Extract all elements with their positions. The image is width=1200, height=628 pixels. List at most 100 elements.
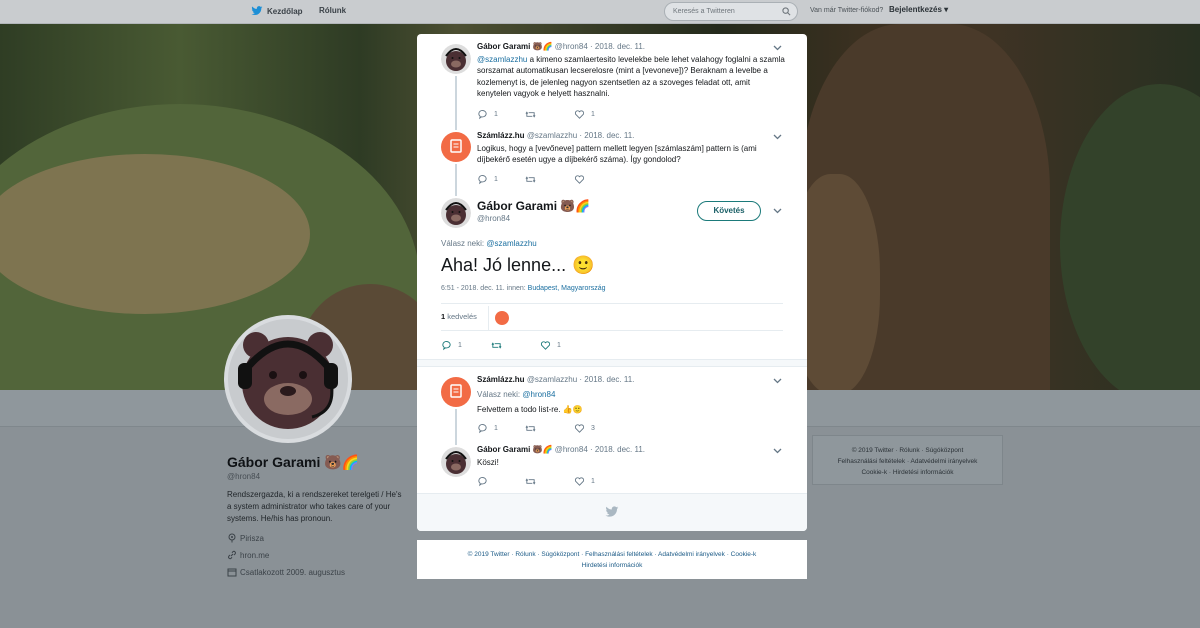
mention-link[interactable]: @hron84 bbox=[522, 390, 555, 399]
profile-avatar[interactable] bbox=[224, 315, 352, 443]
tweet-modal: Gábor Garami 🐻🌈 @hron84 · 2018. dec. 11.… bbox=[417, 34, 807, 531]
tweet-time[interactable]: 6:51 - 2018. dec. 11. innen: bbox=[441, 285, 526, 292]
tweet-actions: 1 bbox=[477, 174, 697, 186]
tweet-text: Felvettem a todo list-re. 👍🙂 bbox=[477, 405, 583, 414]
profile-handle[interactable]: @hron84 bbox=[227, 472, 260, 481]
tweet-date[interactable]: · 2018. dec. 11. bbox=[590, 42, 645, 51]
nav-about[interactable]: Rólunk bbox=[319, 6, 346, 15]
profile-name[interactable]: Gábor Garami 🐻🌈 bbox=[227, 454, 359, 471]
likes-label: kedvelés bbox=[447, 312, 477, 321]
heart-icon bbox=[574, 477, 585, 486]
twitter-bird-icon bbox=[605, 506, 619, 517]
like-button[interactable]: 1 bbox=[574, 109, 595, 120]
side-footer-line3[interactable]: Cookie-k · Hirdetési információk bbox=[813, 467, 1002, 478]
avatar[interactable] bbox=[441, 44, 471, 74]
mention-link[interactable]: @szamlazzhu bbox=[477, 55, 527, 64]
tweet-actions: 1 1 bbox=[477, 109, 697, 121]
tweet-author-name[interactable]: Gábor Garami 🐻🌈 bbox=[477, 445, 553, 454]
profile-joined-text: Csatlakozott 2009. augusztus bbox=[240, 567, 345, 577]
like-button[interactable]: 1 bbox=[574, 476, 595, 487]
tweet-text: @szamlazzhu a kimeno szamlaertesito leve… bbox=[477, 54, 785, 99]
replying-label: Válasz neki: bbox=[477, 390, 521, 399]
search-icon[interactable] bbox=[782, 7, 791, 16]
chevron-down-icon[interactable] bbox=[773, 45, 782, 51]
avatar[interactable] bbox=[441, 447, 471, 477]
retweet-button[interactable] bbox=[525, 174, 542, 185]
profile-location-text: Pirisza bbox=[240, 533, 265, 543]
retweet-button[interactable] bbox=[525, 109, 542, 120]
reply-button[interactable]: 1 bbox=[441, 340, 462, 351]
reply-icon bbox=[478, 110, 487, 120]
likes-count: 1 bbox=[441, 312, 446, 321]
reply-count: 1 bbox=[458, 342, 462, 349]
replying-to: Válasz neki: @hron84 bbox=[477, 389, 785, 400]
likes-stat[interactable]: 1 kedvelés bbox=[441, 312, 477, 321]
footer-links-line2[interactable]: Hirdetési információk bbox=[417, 560, 807, 571]
follow-button[interactable]: Követés bbox=[697, 201, 761, 221]
main-tweet-author-name[interactable]: Gábor Garami 🐻🌈 bbox=[477, 199, 590, 213]
tweet-author-name[interactable]: Számlázz.hu bbox=[477, 375, 525, 384]
liker-avatar[interactable] bbox=[495, 311, 509, 325]
szamlazz-logo-icon bbox=[450, 139, 462, 153]
tweet-header: Gábor Garami 🐻🌈 @hron84 · 2018. dec. 11. bbox=[477, 42, 645, 51]
side-footer-line2[interactable]: Felhasználási feltételek · Adatvédelmi i… bbox=[813, 456, 1002, 467]
like-button[interactable] bbox=[574, 174, 591, 185]
reply-button[interactable]: 1 bbox=[477, 423, 498, 434]
search-placeholder: Keresés a Twitteren bbox=[673, 8, 735, 15]
main-tweet-author-handle[interactable]: @hron84 bbox=[477, 214, 510, 223]
profile-website[interactable]: hron.me bbox=[227, 550, 269, 560]
modal-bottom-footer: © 2019 Twitter · Rólunk · Súgóközpont · … bbox=[417, 540, 807, 579]
footer-links-line1[interactable]: © 2019 Twitter · Rólunk · Súgóközpont · … bbox=[417, 549, 807, 560]
retweet-icon bbox=[525, 111, 536, 118]
tweet-place[interactable]: Budapest, Magyarország bbox=[528, 285, 606, 292]
side-footer-line1[interactable]: © 2019 Twitter · Rólunk · Súgóközpont bbox=[813, 445, 1002, 456]
chevron-down-icon[interactable] bbox=[773, 134, 782, 140]
tweet-header: Gábor Garami 🐻🌈 @hron84 · 2018. dec. 11. bbox=[477, 445, 645, 454]
tweet-author-name[interactable]: Gábor Garami 🐻🌈 bbox=[477, 42, 553, 51]
side-footer: © 2019 Twitter · Rólunk · Súgóközpont Fe… bbox=[812, 435, 1003, 485]
chevron-down-icon[interactable] bbox=[773, 448, 782, 454]
profile-location: Pirisza bbox=[227, 533, 264, 543]
like-button[interactable]: 3 bbox=[574, 423, 595, 434]
retweet-icon bbox=[491, 342, 502, 349]
link-icon bbox=[228, 550, 236, 560]
login-button[interactable]: Bejelentkezés ▾ bbox=[889, 5, 948, 14]
nav-home[interactable]: Kezdőlap bbox=[251, 6, 303, 16]
chevron-down-icon[interactable] bbox=[773, 378, 782, 384]
tweet-date[interactable]: · 2018. dec. 11. bbox=[579, 375, 634, 384]
bear-avatar-icon bbox=[238, 332, 338, 429]
tweet-date[interactable]: · 2018. dec. 11. bbox=[590, 445, 645, 454]
like-count: 3 bbox=[591, 425, 595, 432]
replying-label: Válasz neki: bbox=[441, 239, 485, 248]
profile-website-text[interactable]: hron.me bbox=[240, 551, 269, 560]
tweet-date[interactable]: · 2018. dec. 11. bbox=[579, 131, 634, 140]
main-tweet-text: Aha! Jó lenne... 🙂 bbox=[441, 255, 595, 276]
reply-button[interactable]: 1 bbox=[477, 174, 498, 185]
avatar[interactable] bbox=[441, 377, 471, 407]
reply-icon bbox=[442, 341, 451, 351]
mention-link[interactable]: @szamlazzhu bbox=[486, 239, 536, 248]
retweet-button[interactable] bbox=[525, 476, 542, 487]
tweet-author-handle[interactable]: @hron84 bbox=[555, 42, 588, 51]
replying-to: Válasz neki: @szamlazzhu bbox=[441, 239, 537, 248]
retweet-button[interactable] bbox=[491, 340, 508, 351]
thread-line bbox=[455, 409, 457, 445]
retweet-button[interactable] bbox=[525, 423, 542, 434]
avatar[interactable] bbox=[441, 132, 471, 162]
tweet-author-handle[interactable]: @szamlazzhu bbox=[527, 131, 577, 140]
search-input[interactable]: Keresés a Twitteren bbox=[664, 2, 798, 21]
bear-avatar-icon bbox=[441, 44, 471, 74]
reply-button[interactable]: 1 bbox=[477, 109, 498, 120]
like-count: 1 bbox=[591, 111, 595, 118]
chevron-down-icon[interactable] bbox=[773, 208, 782, 214]
tweet-author-handle[interactable]: @szamlazzhu bbox=[527, 375, 577, 384]
retweet-icon bbox=[525, 176, 536, 183]
tweet-stats: 1 kedvelés bbox=[441, 303, 783, 331]
nav-home-label: Kezdőlap bbox=[267, 6, 303, 16]
avatar[interactable] bbox=[441, 198, 471, 228]
retweet-icon bbox=[525, 425, 536, 432]
like-button[interactable]: 1 bbox=[540, 340, 561, 351]
tweet-author-handle[interactable]: @hron84 bbox=[555, 445, 588, 454]
reply-button[interactable] bbox=[477, 476, 494, 487]
tweet-author-name[interactable]: Számlázz.hu bbox=[477, 131, 525, 140]
